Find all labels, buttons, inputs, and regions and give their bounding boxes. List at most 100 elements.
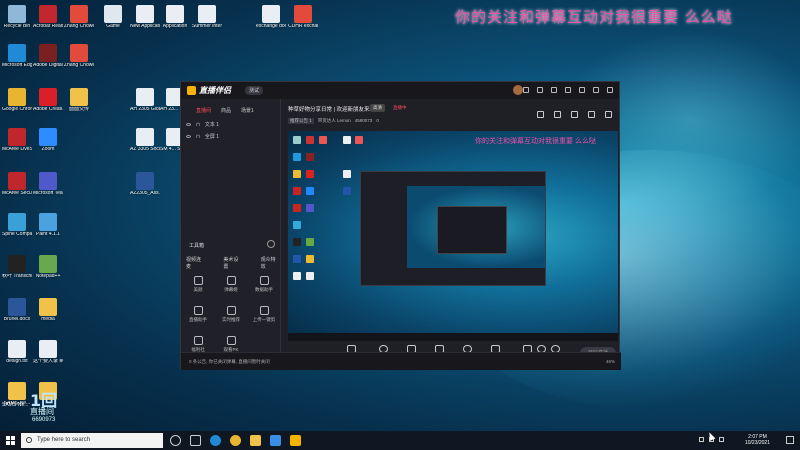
taskbar-search[interactable]: Type here to search [21, 433, 163, 448]
preview-nested-canvas [407, 186, 545, 268]
toolbox-more-icon[interactable] [267, 240, 275, 248]
start-button[interactable] [6, 436, 15, 445]
desktop-icon[interactable]: McAfee Security Sc... [2, 172, 32, 206]
desktop-icon[interactable]: New Application [130, 5, 160, 39]
avatar[interactable] [513, 85, 523, 95]
task-view-icon[interactable] [190, 435, 201, 446]
tool-recommend[interactable]: 实时推荐 [216, 306, 246, 323]
chrome-icon[interactable] [230, 435, 241, 446]
streaming-app-icon[interactable] [290, 435, 301, 446]
maximize-icon[interactable] [593, 87, 599, 93]
share-icon[interactable] [605, 111, 612, 118]
desktop-icon[interactable]: Zhang Chowei_Cri... [64, 5, 94, 39]
file-explorer-icon[interactable] [250, 435, 261, 446]
desktop-icon[interactable]: Zhang Chowei_Re... [64, 44, 94, 78]
upload-icon [259, 306, 269, 315]
tool-link-art[interactable]: 美术设置 [223, 256, 242, 270]
desktop-icon[interactable]: 面面交传 [64, 88, 94, 122]
settings-icon[interactable] [551, 87, 557, 93]
quality-badge[interactable]: 高清 [370, 104, 385, 112]
link-icon[interactable] [571, 111, 578, 118]
version-badge[interactable]: 测试 [245, 86, 264, 95]
eye-icon[interactable] [186, 123, 191, 126]
scene-item[interactable]: ⊓ 文本 1 [186, 121, 219, 128]
desktop-icon-label: AZ2305_Ass... [130, 191, 160, 196]
status-text: 0 条公告, 你已关闭弹幕, 直播间暂时关闭 [189, 359, 270, 364]
lock-icon[interactable]: ⊓ [196, 134, 200, 140]
tool-assistant[interactable]: 直播助手 [183, 306, 213, 323]
preview-desktop-icon [293, 272, 301, 280]
stream-preview[interactable]: 你的关注和弹幕互动对我很重要 么么哒 [288, 131, 618, 341]
desktop-icon[interactable]: media [33, 298, 63, 332]
tab-scene[interactable]: 场景1 [241, 107, 254, 114]
edge-icon[interactable] [210, 435, 221, 446]
desktop-icon[interactable]: AH 2305 Global Sou... [130, 88, 160, 122]
desktop-icon[interactable]: McAfee LiveSafe [2, 128, 32, 162]
tab-live-room[interactable]: 直播间 [196, 107, 211, 114]
battery-icon[interactable] [719, 437, 724, 442]
recommend-icon [226, 306, 236, 315]
desktop-icon[interactable]: Microsoft Edge [2, 44, 32, 78]
tool-link-video[interactable]: 视频连麦 [186, 256, 205, 270]
preview-desktop-icon [343, 136, 351, 144]
desktop-icon[interactable]: 这个要入录 制效果.mmds [33, 340, 63, 374]
desktop-icon[interactable]: Recycle Bin [2, 5, 32, 39]
preview-desktop-icon [293, 170, 301, 178]
desktop-icon[interactable]: Acrobat Reader DC [33, 5, 63, 39]
desktop-icon-label: Brunei.docx [3, 317, 31, 322]
layout-icon[interactable] [565, 87, 571, 93]
tool-beauty[interactable]: 美颜 [183, 276, 213, 293]
beauty-icon [193, 276, 203, 285]
stream-title[interactable]: 种草好物分享日常 | 欢迎新朋友来玩 [288, 105, 375, 113]
desktop-icon[interactable]: 秋叶 Transcribe [2, 255, 32, 289]
eye-icon[interactable] [186, 135, 191, 138]
streaming-app-window[interactable]: 直播伴侣 测试 直播间 商品 场景1 ⊓ 文本 1 ⊓ 全屏 1 工具箱 视频连… [180, 81, 621, 370]
tool-upload[interactable]: 上传一键剪 [249, 306, 279, 323]
clock[interactable]: 2:07 PM 10/23/2021 [745, 434, 770, 446]
desktop-icon[interactable]: Adobe Creati... [33, 88, 63, 122]
desktop-icon[interactable]: Microsoft Teams [33, 172, 63, 206]
desktop: Recycle BinAcrobat Reader DCZhang Chowei… [0, 0, 800, 431]
mail-icon[interactable] [270, 435, 281, 446]
desktop-icon[interactable]: CDHR exchange... [288, 5, 318, 39]
cart-icon[interactable] [554, 111, 561, 118]
lock-icon[interactable]: ⊓ [196, 122, 200, 128]
close-icon[interactable] [607, 87, 613, 93]
desktop-icon[interactable]: Zoom [33, 128, 63, 162]
desktop-icon[interactable]: exchange doc [256, 5, 286, 39]
desktop-icon[interactable]: Adobe Digital Editions 4.5 [33, 44, 63, 78]
app-titlebar[interactable]: 直播伴侣 测试 [181, 82, 619, 99]
left-tabs: 直播间 商品 场景1 [181, 99, 280, 114]
desktop-icon[interactable]: Game [98, 5, 128, 39]
file-icon [262, 5, 280, 23]
desktop-icon[interactable]: Google Chrome [2, 88, 32, 122]
desktop-icon[interactable]: AZ 3305 Social Psy... [130, 128, 160, 162]
tool-data[interactable]: 数据助手 [249, 276, 279, 293]
desktop-icon[interactable]: Spine Companion [2, 213, 32, 247]
tool-pk[interactable]: 观看PK [216, 336, 246, 353]
scene-item[interactable]: ⊓ 全屏 1 [186, 133, 219, 140]
data-icon [259, 276, 269, 285]
desktop-icon[interactable]: AZ2305_Ass... [130, 172, 160, 206]
tool-danmaku[interactable]: 弹幕姬 [216, 276, 246, 293]
minimize-icon[interactable] [579, 87, 585, 93]
bell-icon[interactable] [588, 111, 595, 118]
tool-welfare[interactable]: 福利社 [183, 336, 213, 353]
gift-icon[interactable] [537, 111, 544, 118]
share-icon[interactable] [523, 87, 529, 93]
preview-desktop-icon [293, 204, 301, 212]
tab-products[interactable]: 商品 [221, 107, 231, 114]
network-icon[interactable] [699, 437, 704, 442]
tool-link-effects[interactable]: 观众特效 [261, 256, 280, 270]
meta-notice[interactable]: 推荐公告 1 [288, 118, 314, 124]
meta-host: 带货达人 Lemon [317, 118, 351, 123]
desktop-icon[interactable]: Paint 4.1.1 [33, 213, 63, 247]
cortana-icon[interactable] [170, 435, 181, 446]
desktop-icon[interactable]: Notepad++ [33, 255, 63, 289]
notification-icon[interactable] [786, 436, 794, 444]
desktop-icon[interactable]: Application [160, 5, 190, 39]
desktop-icon[interactable]: Summer internship [192, 5, 222, 39]
desktop-icon[interactable]: design.txt [2, 340, 32, 374]
message-icon[interactable] [537, 87, 543, 93]
desktop-icon[interactable]: Brunei.docx [2, 298, 32, 332]
